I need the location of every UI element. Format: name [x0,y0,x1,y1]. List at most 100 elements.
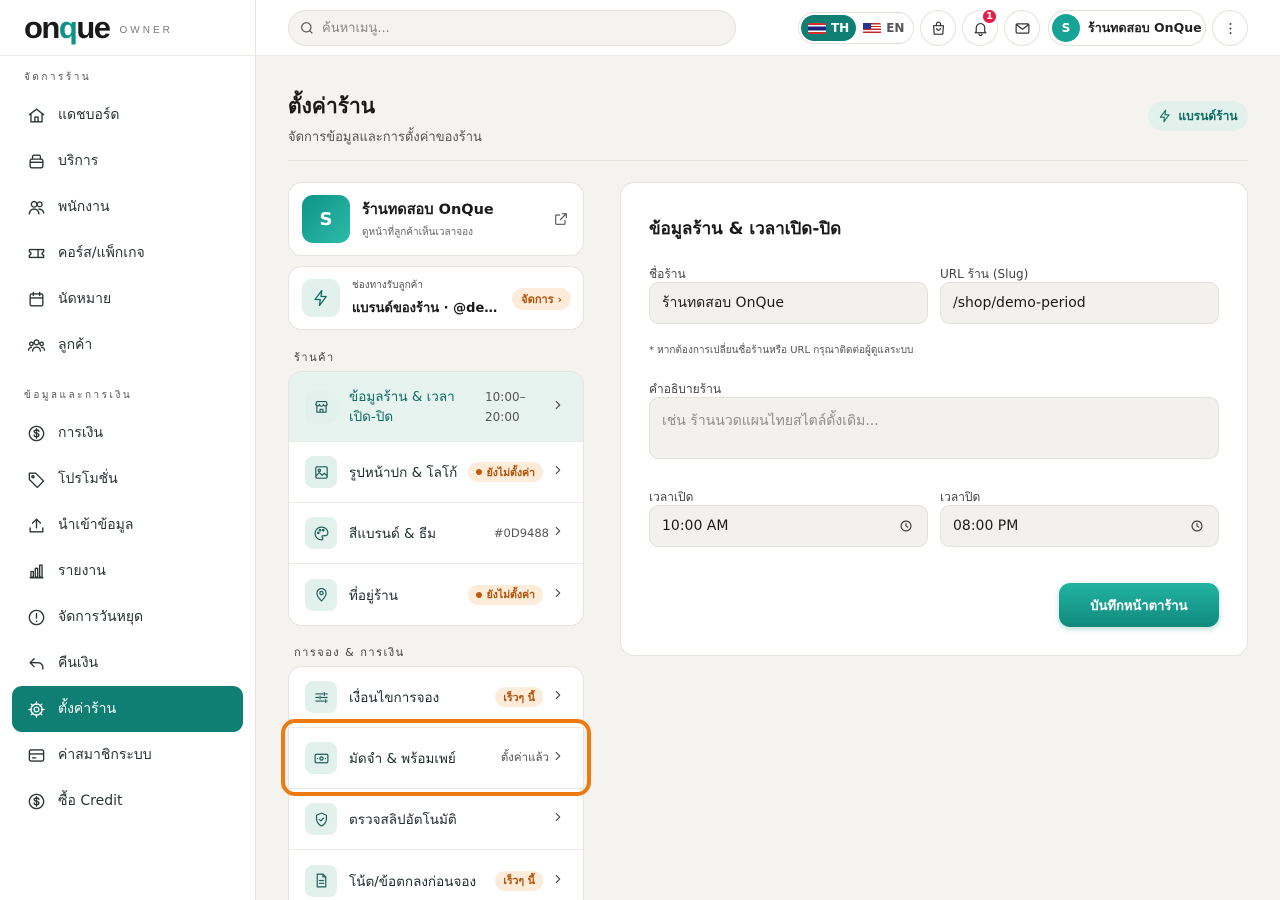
sidebar-item-finance[interactable]: การเงิน [12,410,243,456]
sidebar-item-buy-credit[interactable]: ซื้อ Credit [12,778,243,824]
profile-button[interactable]: S ร้านทดสอบ OnQue [1048,10,1206,46]
sidebar: onque OWNER จัดการร้าน แดชบอร์ด บริการ พ… [0,0,256,900]
notifications-button[interactable]: 1 [962,8,998,46]
logo-row: onque OWNER [0,0,255,56]
channel-label: ช่องทางรับลูกค้า [352,280,423,291]
staff-icon [26,197,46,217]
ticket-icon [26,243,46,263]
sidebar-item-subscription[interactable]: ค่าสมาชิกระบบ [12,732,243,778]
dollar-icon [26,791,46,811]
document-icon [305,864,337,897]
close-time-field[interactable]: 08:00 PM [940,505,1219,547]
settings-row-booking-notes[interactable]: โน้ต/ข้อตกลงก่อนจอง เร็วๆ นี้ [289,850,583,900]
status-dot [475,591,482,598]
booking-settings-list: เงื่อนไขการจอง เร็วๆ นี้ มัดจำ & พร้อมเพ… [288,666,584,900]
header-divider [288,160,1248,161]
lang-th-label: TH [831,21,850,35]
sidebar-item-courses[interactable]: คอร์ส/แพ็กเกจ [12,230,243,276]
description-textarea[interactable]: เช่น ร้านนวดแผนไทยสไตล์ดั้งเดิม... [649,397,1219,459]
sidebar-item-label: ตั้งค่าร้าน [58,701,117,717]
form-title: ข้อมูลร้าน & เวลาเปิด-ปิด [649,219,842,239]
card-icon [26,745,46,765]
settings-row-store-info[interactable]: ข้อมูลร้าน & เวลาเปิด-ปิด 10:00– 20:00 [289,372,583,442]
search-icon [301,22,313,34]
open-time-field[interactable]: 10:00 AM [649,505,928,547]
lightning-icon [302,279,340,317]
clock-icon[interactable] [899,519,913,537]
store-icon [305,390,337,423]
chevron-right-icon [551,810,565,828]
us-flag-icon [863,22,882,34]
chevron-right-icon [551,688,565,706]
tag-icon [26,469,46,489]
slug-field[interactable]: /shop/demo-period [940,282,1219,324]
sidebar-item-dashboard[interactable]: แดชบอร์ด [12,92,243,138]
store-avatar: S [302,195,350,243]
store-hours: 10:00– 20:00 [485,387,526,427]
mail-icon [1015,22,1029,34]
lang-en-button[interactable]: EN [856,15,911,41]
chart-icon [26,561,46,581]
dollar-icon [26,423,46,443]
settings-row-brand-theme[interactable]: สีแบรนด์ & ธีม #0D9488 [289,503,583,564]
sidebar-item-holidays[interactable]: จัดการวันหยุด [12,594,243,640]
calendar-icon [26,289,46,309]
logo[interactable]: onque [24,12,111,43]
settings-row-auto-slip-check[interactable]: ตรวจสลิปอัตโนมัติ [289,789,583,850]
lightning-icon [1160,109,1171,123]
search-box[interactable] [288,10,736,46]
settings-row-deposit-promptpay[interactable]: มัดจำ & พร้อมเพย์ ตั้งค่าแล้ว [289,728,583,789]
sidebar-item-customers[interactable]: ลูกค้า [12,322,243,368]
store-hours-from: 10:00– [485,389,526,404]
sidebar-item-appointments[interactable]: นัดหมาย [12,276,243,322]
row-label: มัดจำ & พร้อมเพย์ [349,751,456,767]
brand-store-button[interactable]: แบรนด์ร้าน [1148,101,1248,131]
save-store-button[interactable]: บันทึกหน้าตาร้าน [1059,583,1219,627]
sidebar-item-reports[interactable]: รายงาน [12,548,243,594]
notification-badge: 1 [981,8,998,25]
sidebar-item-refunds[interactable]: คืนเงิน [12,640,243,686]
channel-value: แบรนด์ของร้าน · @demo-period [352,301,500,316]
sidebar-item-label: บริการ [58,153,99,169]
sliders-icon [305,681,337,713]
external-link-icon[interactable] [553,211,569,231]
store-name-field[interactable]: ร้านทดสอบ OnQue [649,282,928,324]
more-menu-button[interactable] [1212,10,1248,46]
row-label: โน้ต/ข้อตกลงก่อนจอง [349,873,477,890]
search-input[interactable] [322,20,722,36]
row-label: รูปหน้าปก & โลโก้ [349,465,458,481]
sidebar-item-label: ลูกค้า [58,337,93,353]
settings-row-booking-terms[interactable]: เงื่อนไขการจอง เร็วๆ นี้ [289,667,583,728]
store-subtitle: ดูหน้าที่ลูกค้าเห็นเวลาจอง [362,227,473,238]
status-dot [475,469,482,475]
channel-card[interactable]: ช่องทางรับลูกค้า แบรนด์ของร้าน · @demo-p… [288,266,584,330]
sidebar-item-label: พนักงาน [58,199,110,215]
status-badge: ยังไม่ตั้งค่า [467,462,543,482]
chevron-right-icon [551,463,565,481]
lang-th-button[interactable]: TH [801,15,857,41]
brand-store-label: แบรนด์ร้าน [1178,108,1238,123]
manage-channel-button[interactable]: จัดการ › [512,288,571,310]
sidebar-section-store: จัดการร้าน [24,72,92,83]
open-time-value: 10:00 AM [662,518,729,534]
row-label: เงื่อนไขการจอง [349,690,440,706]
messages-button[interactable] [1004,10,1040,46]
sidebar-item-import[interactable]: นำเข้าข้อมูล [12,502,243,548]
chevron-right-icon [551,749,565,767]
sidebar-item-services[interactable]: บริการ [12,138,243,184]
clock-icon[interactable] [1190,519,1204,537]
settings-row-address[interactable]: ที่อยู่ร้าน ยังไม่ตั้งค่า [289,564,583,625]
store-card[interactable]: S ร้านทดสอบ OnQue ดูหน้าที่ลูกค้าเห็นเวล… [288,182,584,256]
sidebar-item-store-settings[interactable]: ตั้งค่าร้าน [12,686,243,732]
sidebar-item-staff[interactable]: พนักงาน [12,184,243,230]
sidebar-item-label: การเงิน [58,425,104,441]
cart-button[interactable] [920,10,956,46]
settings-row-cover-logo[interactable]: รูปหน้าปก & โลโก้ ยังไม่ตั้งค่า [289,442,583,503]
status-badge: ยังไม่ตั้งค่า [467,584,543,605]
sidebar-item-promotions[interactable]: โปรโมชั่น [12,456,243,502]
thai-flag-icon [808,22,826,34]
sidebar-item-label: ซื้อ Credit [58,793,123,809]
shopping-bag-icon [932,21,944,35]
banknote-icon [305,742,337,774]
shield-check-icon [305,803,337,835]
